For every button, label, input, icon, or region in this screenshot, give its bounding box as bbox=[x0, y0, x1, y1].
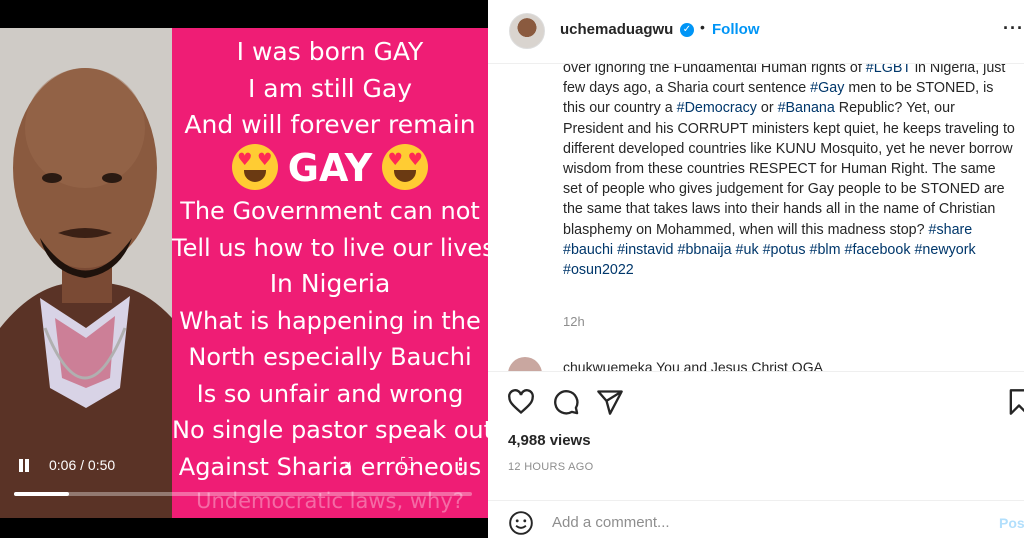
overlay-line: North especially Bauchi bbox=[188, 343, 472, 371]
caption-text: Republic? Yet, our President and his COR… bbox=[563, 100, 1015, 238]
follow-button[interactable]: Follow bbox=[712, 21, 760, 38]
hashtag-link[interactable]: #Banana bbox=[778, 100, 835, 116]
posted-time[interactable]: 12 HOURS AGO bbox=[508, 461, 594, 473]
hashtag-link[interactable]: #facebook bbox=[845, 242, 911, 258]
hashtag-link[interactable]: #instavid bbox=[617, 242, 673, 258]
heart-eyes-emoji-icon: ♥ ♥ bbox=[231, 144, 278, 190]
more-options-icon[interactable]: ··· bbox=[1003, 18, 1024, 39]
heart-icon[interactable] bbox=[507, 388, 535, 416]
overlay-line: I am still Gay bbox=[247, 73, 413, 103]
hashtag-link[interactable]: #bbnaija bbox=[678, 242, 732, 258]
overlay-line: Is so unfair and wrong bbox=[196, 379, 464, 408]
hashtag-link[interactable]: #bauchi bbox=[563, 242, 613, 258]
hashtag-link[interactable]: #Gay bbox=[810, 80, 844, 96]
post-caption: over ignoring the Fundamental Human righ… bbox=[563, 58, 1018, 280]
overlay-line: What is happening in the bbox=[179, 306, 481, 335]
overlay-line-gay: ♥ ♥ GAY ♥ ♥ bbox=[172, 144, 488, 194]
caption-text: or bbox=[756, 100, 778, 117]
comment-icon[interactable] bbox=[552, 388, 580, 416]
username-link[interactable]: uchemaduagwu bbox=[560, 21, 673, 38]
overlay-line: No single pastor speak out bbox=[172, 416, 488, 444]
comment-bar: Post bbox=[488, 500, 1024, 538]
volume-icon[interactable]: 🔈︎ bbox=[345, 456, 355, 476]
avatar[interactable] bbox=[509, 13, 545, 49]
overlay-line: Tell us how to live our lives bbox=[172, 233, 488, 262]
share-icon[interactable] bbox=[596, 388, 624, 416]
post-header: uchemaduagwu ✓ • Follow ··· bbox=[488, 0, 1024, 64]
hashtag-link[interactable]: #newyork bbox=[914, 242, 975, 258]
more-vertical-icon[interactable]: ⋮ bbox=[452, 455, 469, 475]
video-controls: 0:06 / 0:50 🔈︎ ⛶ ⋮ bbox=[0, 452, 488, 512]
post-comment-button[interactable]: Post bbox=[999, 515, 1024, 531]
hashtag-link[interactable]: #share bbox=[929, 222, 973, 238]
hashtag-link[interactable]: #uk bbox=[736, 242, 759, 258]
overlay-line: And will forever remain bbox=[184, 110, 476, 139]
overlay-line: The Government can not bbox=[180, 197, 480, 225]
hashtag-link[interactable]: #osun2022 bbox=[563, 262, 634, 278]
overlay-line: In Nigeria bbox=[269, 269, 391, 298]
bookmark-icon[interactable] bbox=[1005, 388, 1024, 416]
heart-eyes-emoji-icon: ♥ ♥ bbox=[382, 144, 429, 190]
comment-text: chukwuemeka You and Jesus Christ OGA bbox=[563, 359, 823, 371]
view-count[interactable]: 4,988 views bbox=[508, 432, 591, 449]
hashtag-link[interactable]: #Democracy bbox=[677, 100, 757, 116]
commenter-avatar[interactable] bbox=[508, 357, 542, 371]
emoji-icon[interactable] bbox=[508, 510, 534, 536]
fullscreen-icon[interactable]: ⛶ bbox=[401, 456, 412, 474]
verified-badge-icon: ✓ bbox=[680, 23, 694, 37]
video-person-photo bbox=[0, 28, 172, 518]
hashtag-link[interactable]: #blm bbox=[810, 242, 841, 258]
video-time: 0:06 / 0:50 bbox=[49, 457, 116, 473]
pause-icon[interactable] bbox=[16, 458, 32, 474]
separator-dot: • bbox=[700, 19, 705, 35]
caption-age: 12h bbox=[563, 314, 585, 329]
video-player[interactable]: I was born GAY I am still Gay And will f… bbox=[0, 0, 488, 538]
video-progress-fill bbox=[14, 492, 69, 496]
video-progress-bar[interactable] bbox=[14, 492, 472, 496]
overlay-line: I was born GAY bbox=[236, 37, 424, 66]
post-panel: uchemaduagwu ✓ • Follow ··· over ignorin… bbox=[488, 0, 1024, 538]
hashtag-link[interactable]: #potus bbox=[763, 242, 806, 258]
action-bar bbox=[488, 371, 1024, 431]
comment-input[interactable] bbox=[552, 514, 972, 531]
video-overlay-text: I was born GAY I am still Gay And will f… bbox=[172, 34, 488, 485]
comment-preview: chukwuemeka You and Jesus Christ OGA bbox=[508, 355, 1018, 371]
